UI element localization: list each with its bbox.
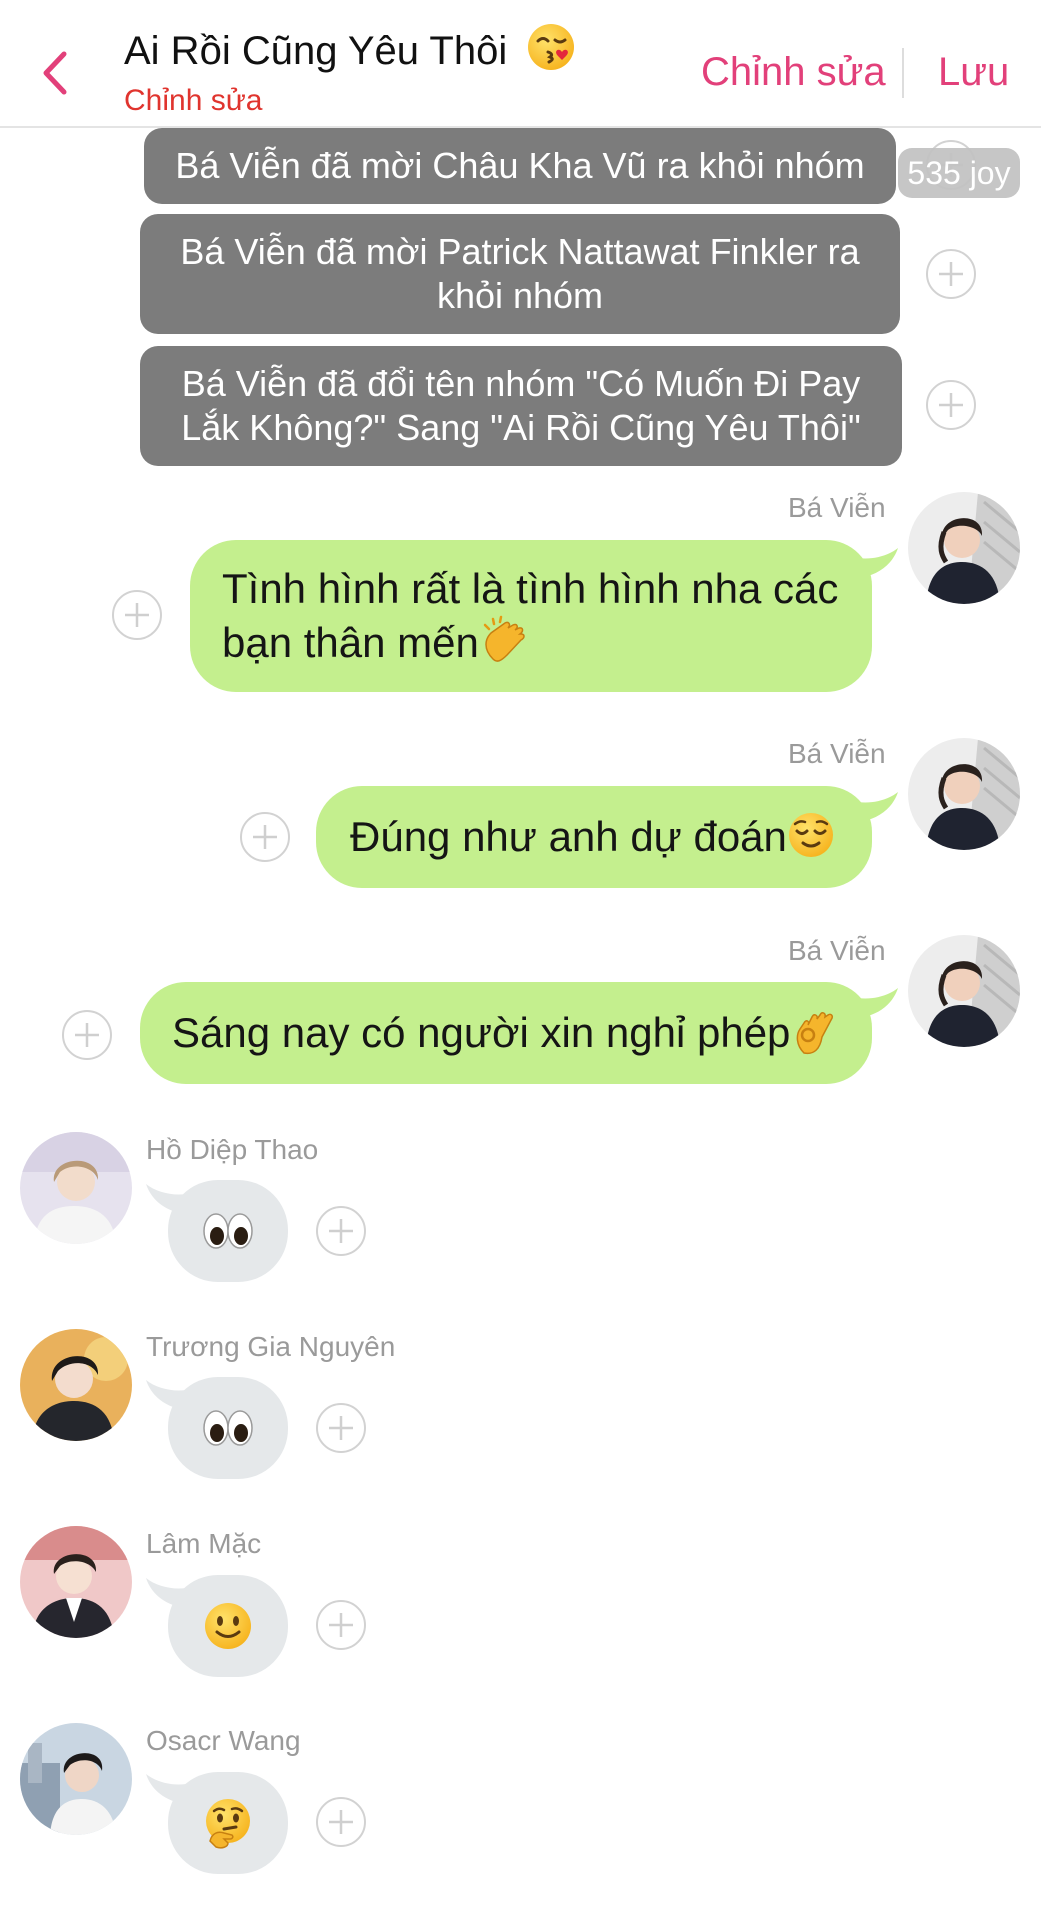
system-message: Bá Viễn đã đổi tên nhóm "Có Muốn Đi Pay … <box>140 346 902 466</box>
chevron-left-icon <box>43 51 67 95</box>
chat-header: Ai Rồi Cũng Yêu Thôi Chỉnh sửa Chỉnh sửa… <box>0 0 1041 128</box>
avatar[interactable] <box>908 492 1020 604</box>
add-reaction-button[interactable] <box>316 1797 366 1847</box>
sender-name: Osacr Wang <box>146 1725 301 1756</box>
back-button[interactable] <box>36 46 76 100</box>
system-message-text: Bá Viễn đã mời Patrick Nattawat Finkler … <box>180 231 860 316</box>
save-button[interactable]: Lưu <box>938 50 1009 95</box>
system-message: Bá Viễn đã mời Patrick Nattawat Finkler … <box>140 214 900 334</box>
add-reaction-button[interactable] <box>316 1206 366 1256</box>
thinking-face-emoji-icon <box>206 1799 250 1849</box>
chat-title-text: Ai Rồi Cũng Yêu Thôi <box>124 29 508 73</box>
outgoing-message-bubble[interactable]: Đúng như anh dự đoán <box>316 786 872 888</box>
outgoing-message-bubble[interactable]: Sáng nay có người xin nghỉ phép <box>140 982 872 1084</box>
eyes-emoji-icon <box>203 1410 253 1446</box>
plus-icon <box>75 1023 99 1047</box>
sender-name: Bá Viễn <box>788 492 886 523</box>
chat-screen: Ai Rồi Cũng Yêu Thôi Chỉnh sửa Chỉnh sửa… <box>0 0 1041 1920</box>
avatar-image <box>20 1132 132 1244</box>
avatar-image <box>908 935 1020 1047</box>
incoming-message-bubble[interactable] <box>168 1377 288 1479</box>
sender-name: Bá Viễn <box>788 935 886 966</box>
sender-name: Trương Gia Nguyên <box>146 1331 396 1362</box>
plus-icon <box>125 603 149 627</box>
avatar[interactable] <box>20 1132 132 1244</box>
outgoing-message-content: Sáng nay có người xin nghỉ phép <box>172 1007 838 1059</box>
ok-hand-emoji-icon <box>797 1012 834 1055</box>
chat-subtitle[interactable]: Chỉnh sửa <box>124 84 263 118</box>
system-message: Bá Viễn đã mời Châu Kha Vũ ra khỏi nhóm <box>144 128 896 204</box>
plus-icon <box>329 1416 353 1440</box>
add-reaction-button[interactable] <box>316 1600 366 1650</box>
relieved-face-emoji-icon <box>788 813 833 857</box>
incoming-message-bubble[interactable] <box>168 1772 288 1874</box>
avatar-image <box>908 492 1020 604</box>
add-reaction-button[interactable] <box>62 1010 112 1060</box>
sender-name: Hồ Diệp Thao <box>146 1134 319 1165</box>
add-reaction-button[interactable] <box>112 590 162 640</box>
add-reaction-button[interactable] <box>926 380 976 430</box>
outgoing-message-bubble[interactable]: Tình hình rất là tình hình nha các bạn t… <box>190 540 872 692</box>
outgoing-message-text: Đúng như anh dự đoán <box>350 813 787 860</box>
plus-icon <box>329 1219 353 1243</box>
add-reaction-button[interactable] <box>926 249 976 299</box>
outgoing-message-content: Đúng như anh dự đoán <box>350 811 835 863</box>
plus-icon <box>329 1810 353 1834</box>
avatar[interactable] <box>908 738 1020 850</box>
avatar-image <box>908 738 1020 850</box>
add-reaction-button[interactable] <box>316 1403 366 1453</box>
slightly-smiling-face-emoji-icon <box>205 1603 251 1649</box>
kiss-emoji-icon <box>528 24 575 70</box>
plus-icon <box>329 1613 353 1637</box>
outgoing-message-text: Sáng nay có người xin nghỉ phép <box>172 1009 791 1056</box>
header-divider <box>902 48 904 98</box>
outgoing-message-content: Tình hình rất là tình hình nha các bạn t… <box>222 563 842 669</box>
avatar[interactable] <box>20 1526 132 1638</box>
edit-button[interactable]: Chỉnh sửa <box>701 50 886 95</box>
sender-name: Bá Viễn <box>788 738 886 769</box>
add-reaction-button[interactable] <box>240 812 290 862</box>
chat-title: Ai Rồi Cũng Yêu Thôi <box>124 22 576 74</box>
plus-icon <box>939 262 963 286</box>
system-message-text: Bá Viễn đã mời Châu Kha Vũ ra khỏi nhóm <box>175 145 865 186</box>
avatar-image <box>20 1329 132 1441</box>
incoming-message-bubble[interactable] <box>168 1180 288 1282</box>
joy-badge: 535 joy <box>898 148 1020 198</box>
plus-icon <box>253 825 277 849</box>
eyes-emoji-icon <box>203 1213 253 1249</box>
avatar-image <box>20 1526 132 1638</box>
avatar[interactable] <box>20 1329 132 1441</box>
sender-name: Lâm Mặc <box>146 1528 262 1559</box>
avatar[interactable] <box>20 1723 132 1835</box>
system-message-text: Bá Viễn đã đổi tên nhóm "Có Muốn Đi Pay … <box>181 363 861 448</box>
clapping-hands-emoji-icon <box>483 615 525 662</box>
plus-icon <box>939 393 963 417</box>
avatar-image <box>20 1723 132 1835</box>
incoming-message-bubble[interactable] <box>168 1575 288 1677</box>
avatar[interactable] <box>908 935 1020 1047</box>
